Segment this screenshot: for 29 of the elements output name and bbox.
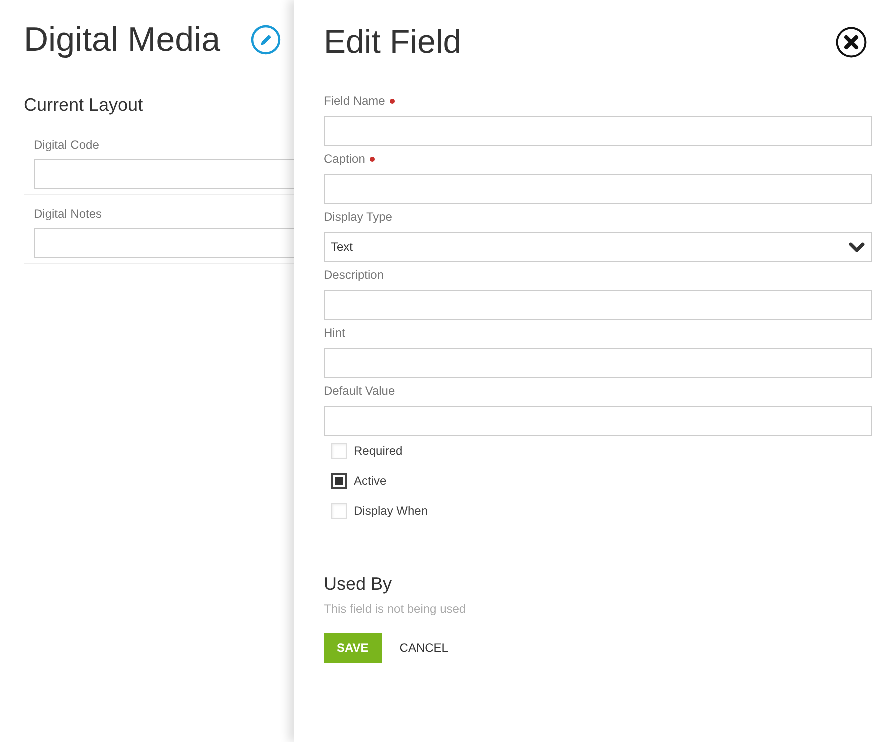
input-field[interactable] xyxy=(34,159,294,189)
dropdown[interactable]: Text xyxy=(324,232,872,262)
panel-title: Edit Field xyxy=(324,22,462,62)
field-label: Digital Notes xyxy=(34,206,102,222)
section-heading: Current Layout xyxy=(24,94,144,117)
page-title: Digital Media xyxy=(24,20,221,60)
input-field[interactable] xyxy=(324,406,872,436)
field-label: Display Type xyxy=(324,209,392,225)
checkbox-label: Display When xyxy=(354,503,428,519)
checkbox[interactable] xyxy=(331,473,347,489)
close-icon[interactable] xyxy=(836,26,867,58)
section-heading: Used By xyxy=(324,573,392,596)
checkbox-label: Active xyxy=(354,473,387,489)
checkbox-label: Required xyxy=(354,443,403,459)
field-label: Caption xyxy=(324,151,366,167)
input-field[interactable] xyxy=(324,174,872,204)
chevron-down-icon xyxy=(849,242,865,252)
field-label: Description xyxy=(324,267,384,283)
field-label: Field Name xyxy=(324,93,386,109)
field-label: Digital Code xyxy=(34,137,100,153)
input-field[interactable] xyxy=(324,116,872,146)
field-label: Hint xyxy=(324,325,346,341)
empty-note: This field is not being used xyxy=(324,601,466,617)
input-field[interactable] xyxy=(324,290,872,320)
cancel-button[interactable]: CANCEL xyxy=(388,633,460,663)
input-field[interactable] xyxy=(324,348,872,378)
edit-icon[interactable] xyxy=(250,25,281,55)
input-field[interactable] xyxy=(34,228,294,258)
field-label: Default Value xyxy=(324,383,396,399)
